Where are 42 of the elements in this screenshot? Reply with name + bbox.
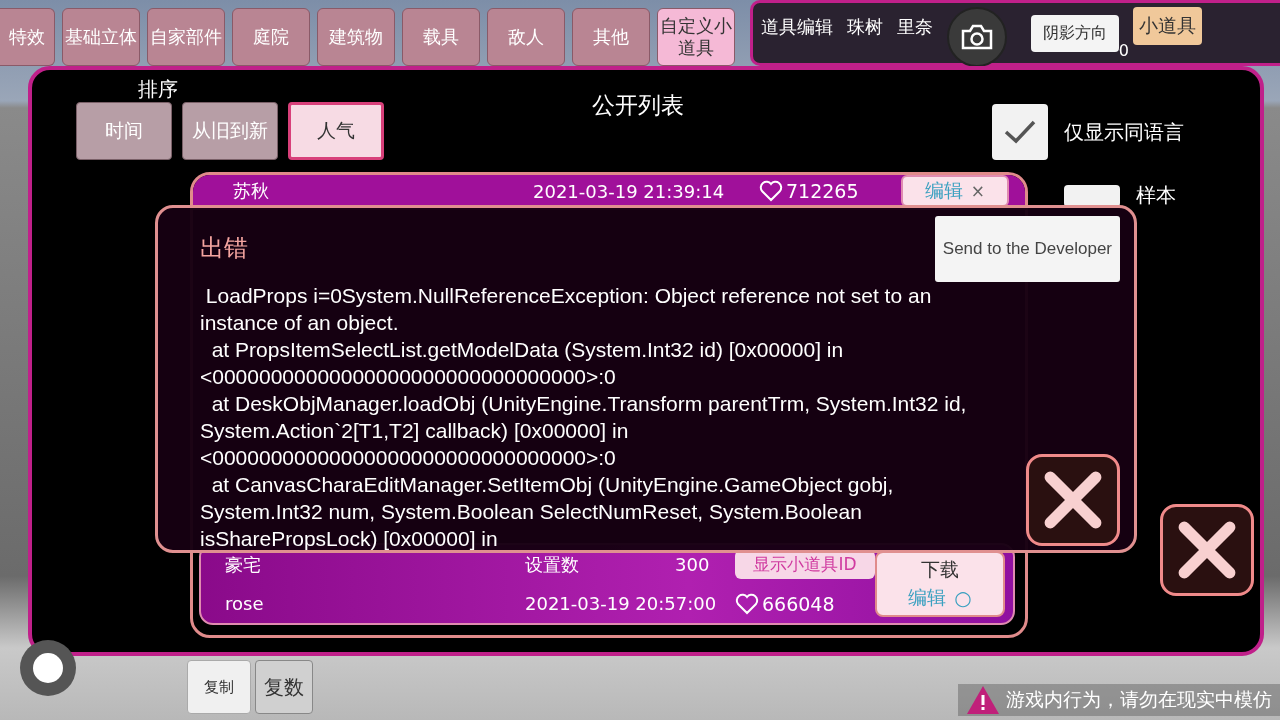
category-tab[interactable]: 基础立体 xyxy=(62,8,140,66)
like-count: 666048 xyxy=(735,592,875,615)
sort-label: 排序 xyxy=(138,76,178,103)
count-value: 300 xyxy=(675,554,711,575)
checkbox-label: 样本 xyxy=(1136,182,1176,209)
count-label: 设置数 xyxy=(525,552,580,577)
edit-mark[interactable]: ○ xyxy=(954,586,972,610)
sort-button[interactable]: 时间 xyxy=(76,102,172,160)
category-tab[interactable]: 特效 xyxy=(0,8,55,66)
category-tab[interactable]: 自家部件 xyxy=(147,8,225,66)
download-label[interactable]: 下载 xyxy=(921,557,959,583)
sort-button[interactable]: 人气 xyxy=(288,102,384,160)
character-name[interactable]: 里奈 xyxy=(897,15,933,39)
category-tab[interactable]: 其他 xyxy=(572,8,650,66)
panel-title: 道具编辑 xyxy=(761,15,833,39)
error-message: LoadProps i=0System.NullReferenceException: Object reference not set to an instance of an object. at PropsItemSelectList.getModelData (System.Int32 id) [0x00000] in <00000000000000000000000000000000>:0 at DeskObjManager.loadObj (UnityEngine.Transform parentTrm, System.Int32 id, System.Action`2[T1,T2] callback) [0x00000] in <00000000000000000000000000000000>:0 at CanvasCharaEditManager.SetItemObj (UnityEngine.GameObject gobj, System.Int32 num, System.Boolean SelectNumReset, System.Boolean isSharePropsLock) [0x00000] in xyxy=(200,283,968,552)
item-title: 豪宅 xyxy=(225,552,262,577)
category-tab[interactable]: 庭院 xyxy=(232,8,310,66)
sort-button[interactable]: 从旧到新 xyxy=(182,102,278,160)
category-tab[interactable]: 建筑物 xyxy=(317,8,395,66)
upload-date: 2021-03-19 20:57:00 xyxy=(525,593,718,614)
author-name: 苏秋 xyxy=(233,179,270,203)
upload-date: 2021-03-19 21:39:14 xyxy=(533,180,726,202)
send-button[interactable]: Send to the Developer xyxy=(934,216,1120,282)
category-tab[interactable]: 自定义小道具 xyxy=(657,8,735,66)
shadow-value: 0 xyxy=(1118,41,1129,60)
edit-button[interactable]: 编辑 × xyxy=(900,175,1009,207)
edit-label[interactable]: 编辑 × xyxy=(924,178,985,204)
copy-button[interactable]: 复制 xyxy=(187,660,251,714)
edit-mark[interactable]: × xyxy=(970,181,985,201)
multiple-button[interactable]: 复数 xyxy=(255,660,313,714)
dialog-title: 出错 xyxy=(200,233,248,264)
edit-label[interactable]: 编辑 ○ xyxy=(908,585,972,611)
warning-text: 游戏内行为，请勿在现实中模仿 xyxy=(1006,687,1272,712)
author-name: rose xyxy=(225,593,265,614)
category-tab[interactable]: 敌人 xyxy=(487,8,565,66)
character-name[interactable]: 珠树 xyxy=(847,15,883,39)
checkbox-label: 仅显示同语言 xyxy=(1064,118,1184,146)
panel-title: 公开列表 xyxy=(592,91,684,120)
category-tab[interactable]: 载具 xyxy=(402,8,480,66)
like-count: 712265 xyxy=(759,180,859,202)
props-button[interactable]: 小道具 xyxy=(1133,7,1202,45)
